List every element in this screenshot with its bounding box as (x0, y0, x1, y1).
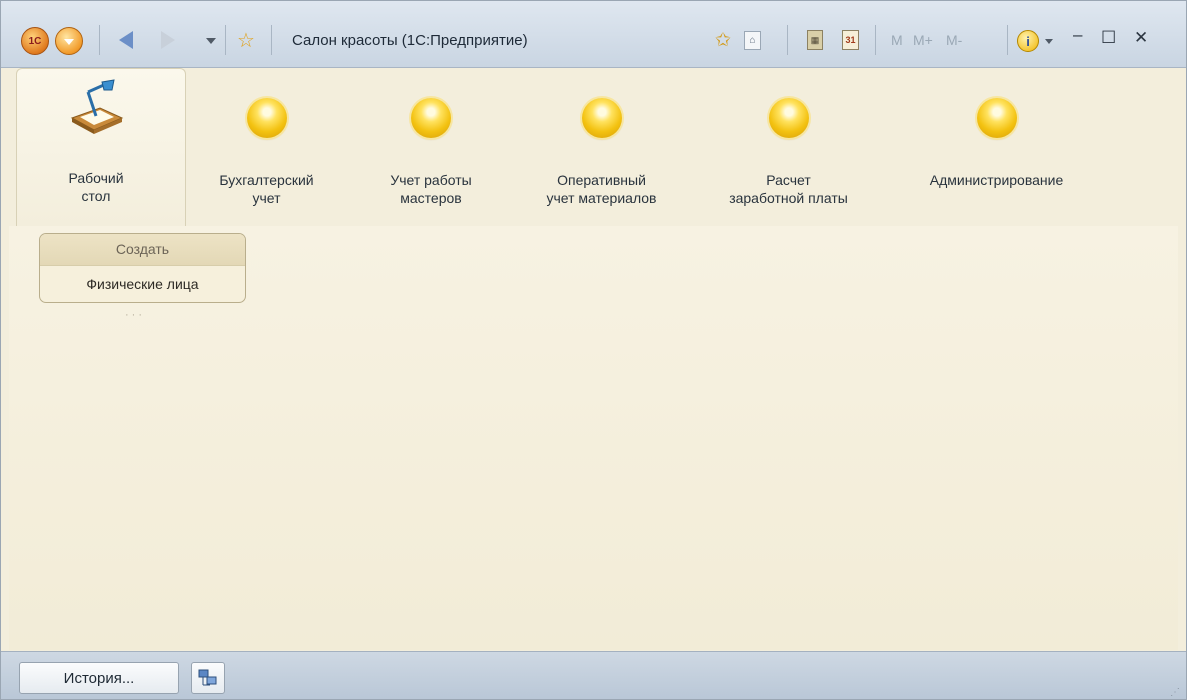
dropdown-menu-button[interactable] (55, 27, 83, 55)
section-accounting[interactable]: Бухгалтерский учет (194, 98, 339, 207)
chevron-down-icon (64, 39, 74, 45)
section-desktop[interactable]: Рабочий стол (41, 78, 151, 205)
memory-m-button[interactable]: M (891, 32, 903, 48)
maximize-icon[interactable]: ☐ (1101, 28, 1116, 48)
memory-plus-button[interactable]: M+ (913, 32, 933, 48)
toolbar-separator (787, 25, 788, 55)
workspace-area: Создать Физические лица ··· (9, 226, 1178, 650)
close-icon[interactable]: ✕ (1134, 28, 1148, 48)
section-masters-work[interactable]: Учет работы мастеров (361, 98, 501, 207)
resize-handle-dots[interactable]: ··· (125, 309, 145, 321)
app-window: 1С ☆ Салон красоты (1С:Предприятие) ✩ ⌂ … (0, 0, 1187, 700)
star-icon[interactable]: ☆ (236, 29, 256, 52)
window-title: Салон красоты (1С:Предприятие) (292, 32, 528, 49)
toolbar-separator (271, 25, 272, 55)
memory-minus-button[interactable]: M- (946, 32, 962, 48)
section-label: Бухгалтерский учет (219, 172, 314, 206)
create-panel-title: Создать (40, 234, 245, 266)
toolbar-separator (99, 25, 100, 55)
star-favorites-icon[interactable]: ✩ (713, 29, 733, 51)
window-resize-grip[interactable]: ⋰ (1170, 687, 1180, 698)
section-materials[interactable]: Оперативный учет материалов (519, 98, 684, 207)
info-icon[interactable]: i (1017, 30, 1039, 52)
create-panel: Создать Физические лица (39, 233, 246, 303)
section-orb-icon (246, 98, 287, 138)
history-dropdown-icon[interactable] (206, 38, 216, 44)
section-orb-icon (976, 98, 1017, 138)
forward-arrow-icon[interactable] (161, 31, 175, 49)
title-bar: 1С ☆ Салон красоты (1С:Предприятие) ✩ ⌂ … (1, 1, 1186, 68)
section-label: Администрирование (929, 172, 1064, 188)
chevron-down-icon[interactable] (1045, 39, 1053, 44)
section-orb-icon (581, 98, 622, 138)
section-label: Учет работы мастеров (390, 172, 472, 206)
calculator-icon[interactable]: ▦ (807, 30, 823, 50)
bookmark-icon[interactable]: ⌂ (744, 31, 761, 50)
section-payroll[interactable]: Расчет заработной платы (701, 98, 876, 207)
network-icon (198, 669, 217, 686)
status-bar: История... ⋰ (1, 651, 1186, 699)
minimize-icon[interactable]: – (1073, 25, 1082, 45)
section-orb-icon (768, 98, 809, 138)
section-orb-icon (411, 98, 451, 138)
section-label: Оперативный учет материалов (546, 172, 657, 206)
network-connection-button[interactable] (191, 662, 225, 694)
main-menu-logo-button[interactable]: 1С (21, 27, 49, 55)
back-arrow-icon[interactable] (119, 31, 133, 49)
sections-panel: Рабочий стол Бухгалтерский учет Учет раб… (1, 68, 1186, 226)
section-administration[interactable]: Администрирование (899, 98, 1094, 189)
section-label: Расчет заработной платы (729, 172, 848, 206)
toolbar-separator (1007, 25, 1008, 55)
calendar-icon[interactable]: 31 (842, 30, 859, 50)
create-individuals-link[interactable]: Физические лица (40, 266, 245, 302)
history-button[interactable]: История... (19, 662, 179, 694)
toolbar-separator (225, 25, 226, 55)
desk-lamp-icon (66, 78, 126, 138)
logo-1c-text: 1С (28, 35, 42, 47)
section-label: Рабочий стол (68, 170, 124, 204)
toolbar-separator (875, 25, 876, 55)
